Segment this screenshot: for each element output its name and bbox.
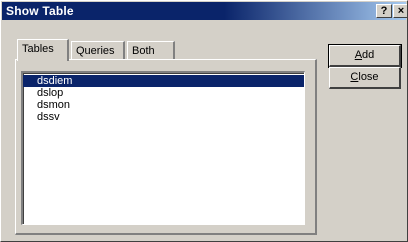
list-item-dssv[interactable]: dssv bbox=[23, 111, 304, 123]
tab-tables-label: Tables bbox=[22, 43, 54, 55]
tab-tables[interactable]: Tables bbox=[17, 39, 69, 61]
add-mnemonic: A bbox=[354, 49, 363, 61]
add-label-rest: dd bbox=[362, 49, 375, 61]
help-icon: ? bbox=[380, 5, 388, 17]
close-window-button[interactable]: × bbox=[393, 4, 407, 18]
list-item-dsdiem[interactable]: dsdiem bbox=[23, 75, 304, 87]
tab-queries-label: Queries bbox=[76, 45, 115, 57]
add-button-label: Add bbox=[355, 49, 375, 61]
tab-both[interactable]: Both bbox=[127, 41, 175, 61]
tab-both-label: Both bbox=[132, 45, 155, 57]
add-button[interactable]: Add bbox=[328, 44, 402, 68]
close-button-label: Close bbox=[350, 71, 378, 83]
list-item-dsmon[interactable]: dsmon bbox=[23, 99, 304, 111]
close-label-rest: lose bbox=[358, 71, 379, 83]
dialog-title: Show Table bbox=[6, 4, 74, 18]
tables-listbox[interactable]: dsdiem dslop dsmon dssv bbox=[21, 71, 305, 225]
list-item-dslop[interactable]: dslop bbox=[23, 87, 304, 99]
help-button[interactable]: ? bbox=[376, 4, 392, 18]
close-button[interactable]: Close bbox=[329, 67, 401, 89]
show-table-dialog: Show Table ? × Tables Queries Both dsdie… bbox=[0, 0, 408, 242]
tab-queries[interactable]: Queries bbox=[71, 41, 125, 61]
title-bar[interactable]: Show Table ? × bbox=[2, 2, 407, 20]
close-icon: × bbox=[397, 5, 405, 17]
